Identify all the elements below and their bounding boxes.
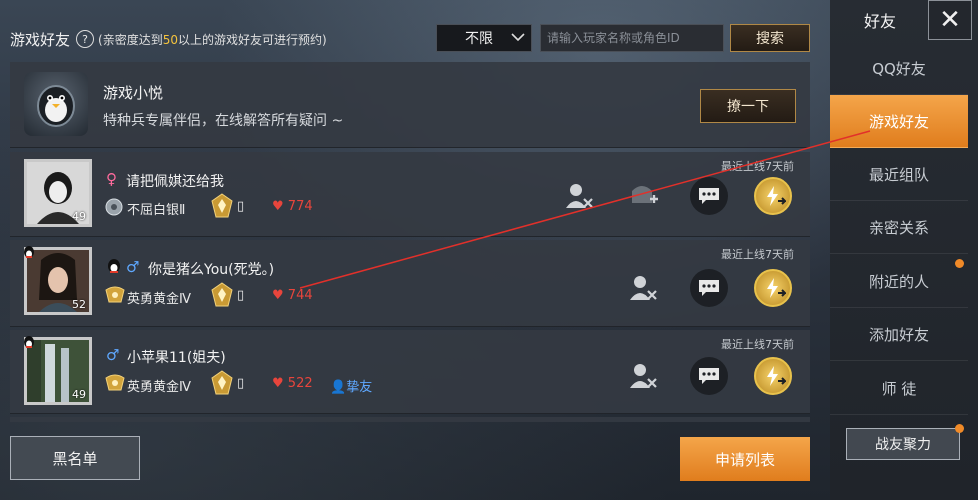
- tier-placeholder: ▯: [237, 199, 245, 214]
- remove-friend-icon[interactable]: [628, 362, 658, 394]
- chat-button[interactable]: [690, 269, 728, 307]
- sidebar-item-intimate[interactable]: 亲密关系: [830, 201, 968, 254]
- lightning-send-icon: [767, 186, 786, 206]
- last-online: 最近上线7天前: [721, 160, 794, 173]
- blacklist-button[interactable]: 黑名单: [10, 436, 140, 480]
- qq-penguin-icon: [22, 334, 36, 353]
- heart-count: 774: [287, 199, 313, 214]
- flirt-button[interactable]: 撩一下: [700, 89, 796, 123]
- intimacy-value: ♥ 774: [272, 199, 313, 214]
- friend-name: 小苹果11(姐夫): [127, 350, 226, 366]
- invite-team-icon[interactable]: [628, 181, 660, 215]
- list-item-partial: [10, 417, 810, 422]
- heart-count: 522: [287, 376, 313, 391]
- rank-label: 不屈白银Ⅱ: [127, 203, 186, 218]
- chevron-down-icon: [511, 31, 531, 45]
- npc-description: 特种兵专属伴侣，在线解答所有疑问 ~: [103, 113, 344, 129]
- tier-badge-icon: [210, 370, 234, 400]
- intimacy-value: ♥ 522: [272, 376, 313, 391]
- tier-badge-icon: [210, 193, 234, 223]
- level-label: 49: [72, 210, 86, 223]
- intimacy-hint: (亲密度达到50以上的游戏好友可进行预约): [98, 31, 327, 48]
- last-online: 最近上线7天前: [721, 338, 794, 351]
- level-label: 52: [72, 298, 86, 311]
- friend-row[interactable]: 49 ♂ 小苹果11(姐夫) 英勇黄金Ⅳ ▯ ♥ 522 👤挚友 最近上线7天前: [10, 330, 810, 414]
- send-gift-button[interactable]: [754, 177, 792, 215]
- notification-dot: [955, 424, 964, 433]
- friend-name: 请把佩娸还给我: [126, 174, 224, 190]
- sidebar-item-add-friend[interactable]: 添加好友: [830, 308, 968, 361]
- rank-label: 英勇黄金Ⅳ: [127, 380, 191, 395]
- close-button[interactable]: ✕: [928, 0, 972, 40]
- rank-silver-icon: [104, 197, 124, 221]
- rank-label: 英勇黄金Ⅳ: [127, 292, 191, 307]
- intimacy-value: ♥ 744: [272, 288, 313, 303]
- sidebar-item-game-friends[interactable]: 游戏好友: [830, 95, 968, 148]
- hint-number: 50: [162, 32, 178, 47]
- close-icon: ✕: [939, 5, 961, 35]
- friend-row[interactable]: 52 ♂ 你是猪么You(死党。) 英勇黄金Ⅳ ▯ ♥ 744 最近上线7天前: [10, 240, 810, 327]
- npc-name: 游戏小悦: [103, 84, 164, 102]
- heart-icon: ♥: [272, 376, 284, 391]
- male-icon: ♂: [106, 346, 120, 364]
- tier-placeholder: ▯: [237, 376, 245, 391]
- chat-button[interactable]: [690, 177, 728, 215]
- npc-row: 游戏小悦 特种兵专属伴侣，在线解答所有疑问 ~ 撩一下: [10, 62, 810, 148]
- chat-button[interactable]: [690, 357, 728, 395]
- lightning-send-icon: [767, 278, 786, 298]
- search-input[interactable]: [540, 24, 724, 52]
- sidebar-item-qq-friends[interactable]: QQ好友: [830, 42, 968, 95]
- remove-friend-icon[interactable]: [564, 182, 594, 214]
- hint-suffix: 以上的游戏好友可进行预约): [177, 32, 327, 47]
- chat-icon: [699, 280, 719, 296]
- tier-badge-icon: [210, 282, 234, 312]
- male-icon: ♂: [126, 258, 140, 276]
- level-label: 49: [72, 388, 86, 401]
- rank-gold-icon: [104, 286, 126, 310]
- friend-name: 你是猪么You(死党。): [148, 262, 275, 278]
- tier-placeholder: ▯: [237, 288, 245, 303]
- send-gift-button[interactable]: [754, 357, 792, 395]
- heart-icon: ♥: [272, 288, 284, 303]
- lightning-send-icon: [767, 366, 786, 386]
- sidebar-item-recent-team[interactable]: 最近组队: [830, 148, 968, 201]
- female-icon: ♀: [106, 170, 117, 188]
- tag-label: 挚友: [346, 380, 373, 395]
- npc-avatar[interactable]: [24, 72, 88, 136]
- qq-penguin-icon: [22, 244, 36, 263]
- apply-list-button[interactable]: 申请列表: [680, 437, 810, 481]
- best-friend-tag: 👤挚友: [330, 376, 372, 395]
- heart-count: 744: [287, 288, 313, 303]
- chat-icon: [699, 368, 719, 384]
- notification-dot: [955, 259, 964, 268]
- chat-icon: [699, 188, 719, 204]
- filter-dropdown[interactable]: 不限: [436, 24, 532, 52]
- last-online: 最近上线7天前: [721, 248, 794, 261]
- send-gift-button[interactable]: [754, 269, 792, 307]
- page-title: 游戏好友: [10, 30, 71, 49]
- sidebar-item-mentor[interactable]: 师 徒: [830, 362, 968, 415]
- page-header: 游戏好友 ? (亲密度达到50以上的游戏好友可进行预约): [10, 28, 327, 50]
- sidebar-title: 好友: [863, 12, 896, 31]
- rank-gold-icon: [104, 374, 126, 398]
- friend-list[interactable]: 游戏小悦 特种兵专属伴侣，在线解答所有疑问 ~ 撩一下 49 ♀ 请把佩娸还给我…: [10, 62, 810, 422]
- penguin-icon: [37, 85, 75, 127]
- qq-penguin-icon: [106, 258, 122, 278]
- search-button[interactable]: 搜索: [730, 24, 810, 52]
- avatar[interactable]: 49: [24, 159, 92, 227]
- friend-row[interactable]: 49 ♀ 请把佩娸还给我 不屈白银Ⅱ ▯ ♥ 774 最近上线7天前: [10, 152, 810, 237]
- person-icon: 👤: [330, 380, 347, 395]
- comrade-power-button[interactable]: 战友聚力: [846, 428, 960, 460]
- hint-prefix: (亲密度达到: [98, 32, 163, 47]
- sidebar-item-nearby[interactable]: 附近的人: [830, 255, 968, 308]
- filter-value: 不限: [465, 31, 493, 47]
- remove-friend-icon[interactable]: [628, 274, 658, 306]
- heart-icon: ♥: [272, 199, 284, 214]
- help-icon[interactable]: ?: [76, 30, 95, 48]
